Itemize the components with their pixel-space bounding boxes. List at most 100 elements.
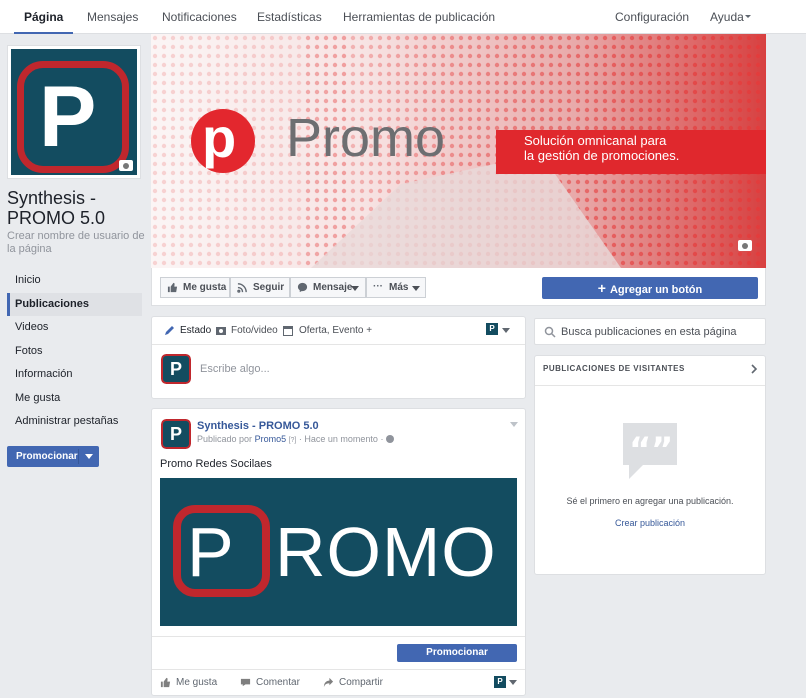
tab-configuracion[interactable]: Configuración — [615, 0, 689, 34]
sidebar-item-fotos[interactable]: Fotos — [7, 340, 142, 363]
post-card: P Synthesis - PROMO 5.0 Publicado por Pr… — [151, 408, 526, 696]
pencil-icon — [165, 326, 174, 335]
post-like-label: Me gusta — [176, 677, 218, 688]
promote-dropdown-icon[interactable] — [85, 454, 93, 459]
tab-mensajes[interactable]: Mensajes — [87, 0, 138, 34]
like-label: Me gusta — [183, 282, 227, 293]
message-chevron-icon — [351, 286, 359, 291]
sidebar-item-me-gusta[interactable]: Me gusta — [7, 387, 142, 410]
ayuda-chevron-icon — [745, 15, 751, 18]
post-publisher-link[interactable]: Promo5 — [255, 434, 287, 444]
cover-tagline-1: Solución omnicanal para — [524, 133, 667, 148]
visitor-posts-empty: Sé el primero en agregar una publicación… — [566, 496, 734, 506]
sidebar-item-inicio[interactable]: Inicio — [7, 269, 142, 292]
tab-herramientas[interactable]: Herramientas de publicación — [343, 0, 495, 34]
chevron-right-icon[interactable] — [750, 364, 758, 374]
dots-icon: ··· — [373, 281, 383, 292]
page-action-bar: Me gusta Seguir Mensaje ··· Más + Agregar… — [151, 268, 766, 306]
post-selector-chevron-icon[interactable] — [509, 680, 517, 685]
create-username-link[interactable]: Crear nombre de usuario de la página — [7, 230, 145, 256]
post-share-label: Compartir — [339, 677, 383, 688]
cover-camera-icon[interactable] — [738, 240, 752, 251]
tab-oferta-label: Oferta, Evento + — [299, 325, 373, 336]
follow-label: Seguir — [253, 282, 285, 293]
sidebar-item-publicaciones[interactable]: Publicaciones — [7, 293, 142, 316]
follow-button[interactable]: Seguir — [230, 277, 290, 298]
cover-photo[interactable]: p Promo Solución omnicanal para la gesti… — [151, 34, 766, 268]
post-image[interactable]: P ROMO — [160, 478, 517, 626]
post-author[interactable]: Synthesis - PROMO 5.0 — [197, 420, 319, 432]
comment-icon — [240, 678, 251, 687]
visitor-posts-card: PUBLICACIONES DE VISITANTES “ ” Sé el pr… — [534, 355, 766, 575]
search-icon — [544, 326, 556, 338]
post-published-by: Publicado por — [197, 434, 253, 444]
add-button-label: Agregar un botón — [609, 284, 703, 296]
cover-brand-text: Promo — [286, 108, 446, 168]
plus-icon: + — [597, 280, 606, 296]
thumbs-up-icon — [160, 677, 171, 688]
post-image-word: ROMO — [275, 513, 497, 591]
more-button[interactable]: ··· Más — [366, 277, 426, 298]
more-chevron-icon — [412, 286, 420, 291]
camera-small-icon — [216, 327, 226, 335]
post-search-box[interactable]: Busca publicaciones en esta página — [534, 318, 766, 345]
post-comment-button[interactable]: Comentar — [240, 677, 300, 688]
tab-pagina[interactable]: Página — [14, 0, 74, 34]
more-label: Más — [389, 282, 409, 293]
post-comment-label: Comentar — [256, 677, 300, 688]
cover-tagline-2: la gestión de promociones. — [524, 148, 680, 163]
tab-notificaciones[interactable]: Notificaciones — [162, 0, 237, 34]
search-input[interactable]: Busca publicaciones en esta página — [561, 326, 737, 338]
composer-tab-foto[interactable]: Foto/video — [215, 324, 278, 338]
sidebar-item-informacion[interactable]: Información — [7, 363, 142, 386]
add-button[interactable]: + Agregar un botón — [542, 277, 758, 299]
create-post-link[interactable]: Crear publicación — [535, 518, 765, 528]
rss-icon — [237, 283, 247, 293]
sidebar-item-videos[interactable]: Videos — [7, 316, 142, 339]
tab-estadisticas[interactable]: Estadísticas — [257, 0, 322, 34]
composer-selector-chevron-icon[interactable] — [502, 328, 510, 333]
composer-tab-estado[interactable]: Estado — [163, 324, 211, 338]
post-text: Promo Redes Socilaes — [160, 458, 272, 470]
post-page-selector-icon[interactable]: P — [494, 676, 506, 688]
calendar-icon — [283, 326, 293, 336]
composer-avatar: P — [160, 353, 192, 385]
page-title: Synthesis - PROMO 5.0 — [7, 188, 106, 228]
post-composer: Estado Foto/video Oferta, Evento + P P E… — [151, 316, 526, 399]
messenger-icon — [297, 282, 308, 293]
message-label: Mensaje — [313, 282, 353, 293]
tab-foto-label: Foto/video — [231, 325, 278, 336]
post-share-button[interactable]: Compartir — [323, 677, 383, 688]
sidebar-item-administrar[interactable]: Administrar pestañas — [7, 410, 142, 433]
post-like-button[interactable]: Me gusta — [160, 677, 217, 688]
post-time[interactable]: Hace un momento — [304, 434, 378, 444]
cover-logo-letter: p — [202, 106, 237, 169]
svg-text:”: ” — [651, 430, 673, 470]
cover-logo-circle: p — [191, 106, 255, 173]
thumbs-up-icon — [167, 282, 178, 293]
promote-label: Promocionar — [16, 451, 78, 462]
avatar-logo-letter: P — [39, 69, 97, 165]
globe-icon — [385, 435, 394, 443]
camera-icon[interactable] — [119, 160, 133, 171]
tab-estado-label: Estado — [180, 325, 212, 336]
composer-input[interactable]: Escribe algo... — [200, 363, 270, 375]
promote-button[interactable]: Promocionar — [7, 446, 99, 467]
post-help[interactable]: [?] — [289, 437, 297, 444]
page-top-nav: Página Mensajes Notificaciones Estadísti… — [0, 0, 806, 34]
post-avatar[interactable]: P — [160, 418, 192, 450]
like-page-button[interactable]: Me gusta — [160, 277, 230, 298]
post-options-chevron-icon[interactable] — [510, 422, 518, 427]
post-image-letter: P — [187, 513, 234, 591]
tab-ayuda[interactable]: Ayuda — [710, 0, 744, 34]
composer-page-selector-icon[interactable]: P — [486, 323, 498, 335]
svg-text:“: “ — [629, 430, 651, 470]
message-button[interactable]: Mensaje — [290, 277, 366, 298]
promote-post-button[interactable]: Promocionar publicación — [397, 644, 517, 676]
page-avatar[interactable]: P — [7, 45, 141, 179]
post-meta: Publicado por Promo5 [?] · Hace un momen… — [197, 434, 394, 444]
composer-tab-oferta[interactable]: Oferta, Evento + — [282, 324, 372, 338]
quote-bubble-icon: “ ” — [623, 423, 677, 479]
share-icon — [323, 677, 334, 688]
visitor-posts-title[interactable]: PUBLICACIONES DE VISITANTES — [543, 364, 685, 373]
